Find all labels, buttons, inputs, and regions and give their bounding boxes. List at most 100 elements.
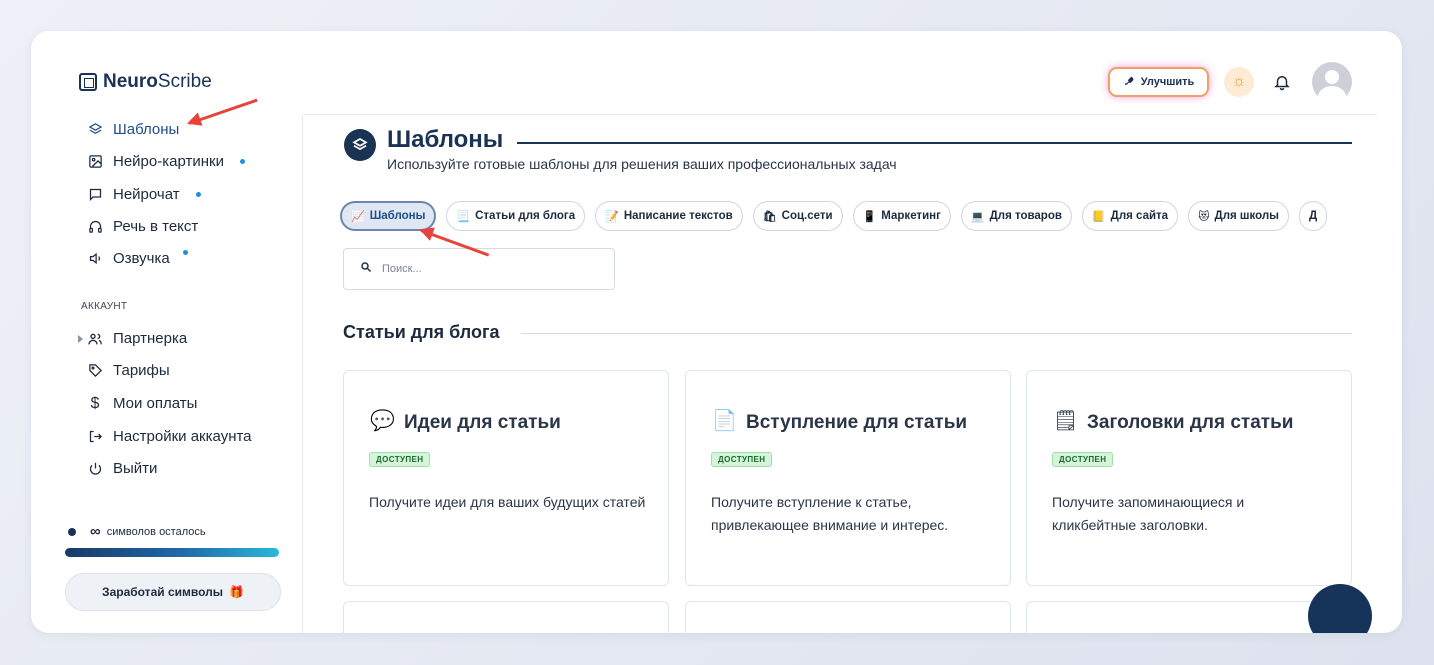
earn-label: Заработай символы bbox=[102, 585, 223, 599]
card-title: Вступление для статьи bbox=[746, 412, 968, 433]
gift-icon: 🎁 bbox=[229, 585, 244, 599]
tag-icon bbox=[87, 363, 103, 379]
image-icon bbox=[87, 154, 103, 170]
layers-icon bbox=[87, 122, 103, 138]
notepad-icon: 🗒 bbox=[1053, 410, 1079, 432]
search-icon bbox=[360, 260, 372, 278]
phone-icon: 📱 bbox=[862, 210, 877, 223]
chip-website[interactable]: 📒 Для сайта bbox=[1081, 201, 1179, 231]
layers-icon bbox=[344, 129, 376, 161]
avatar[interactable] bbox=[1312, 62, 1352, 102]
card-description: Получите вступление к статье, привлекающ… bbox=[711, 494, 949, 533]
page-title: Шаблоны bbox=[387, 126, 504, 153]
search-input[interactable] bbox=[382, 263, 582, 275]
ledger-icon: 📒 bbox=[1091, 210, 1106, 223]
sidebar-item-account-settings[interactable]: Настройки аккаунта bbox=[87, 428, 252, 445]
sidebar-item-label: Мои оплаты bbox=[113, 395, 198, 412]
new-dot bbox=[182, 250, 188, 255]
status-badge: ДОСТУПЕН bbox=[1052, 452, 1114, 467]
sidebar-item-label: Выйти bbox=[113, 460, 158, 477]
logo-bold-text: Neuro bbox=[103, 71, 158, 92]
card-description: Получите идеи для ваших будущих статей bbox=[369, 494, 646, 510]
dollar-icon: $ bbox=[90, 394, 100, 412]
quota-value: ∞ bbox=[90, 523, 101, 540]
account-section-label: АККАУНТ bbox=[81, 301, 128, 312]
rocket-icon bbox=[1123, 75, 1135, 90]
page-icon: 📃 bbox=[456, 210, 471, 223]
app-logo[interactable]: NeuroScribe bbox=[79, 71, 212, 93]
status-badge: ДОСТУПЕН bbox=[711, 452, 773, 467]
sidebar-item-label: Озвучка bbox=[113, 250, 170, 267]
category-chips-scroller[interactable]: 📈 Шаблоны 📃 Статьи для блога 📝 Написание те… bbox=[331, 196, 1377, 236]
speaker-icon bbox=[87, 251, 103, 267]
chip-social[interactable]: 🛍 Соц.сети bbox=[752, 201, 843, 231]
headphones-icon bbox=[87, 219, 103, 235]
page-subtitle: Используйте готовые шаблоны для решения … bbox=[387, 156, 897, 172]
section-divider bbox=[521, 333, 1352, 334]
earn-symbols-button[interactable]: Заработай символы 🎁 bbox=[65, 573, 281, 611]
card-title: Идеи для статьи bbox=[404, 412, 561, 433]
new-dot bbox=[239, 159, 245, 164]
bell-icon[interactable] bbox=[1269, 69, 1295, 95]
logo-regular-text: Scribe bbox=[157, 71, 212, 92]
title-divider bbox=[517, 142, 1352, 144]
chip-marketing[interactable]: 📱 Маркетинг bbox=[852, 201, 951, 231]
app-window: NeuroScribe Улучшить ☼ Шаблоны Нейро-кар… bbox=[31, 31, 1402, 633]
memo-icon: 📝 bbox=[605, 210, 619, 223]
status-badge: ДОСТУПЕН bbox=[369, 452, 431, 467]
chart-icon: 📈 bbox=[351, 210, 365, 223]
upgrade-button[interactable]: Улучшить bbox=[1108, 67, 1209, 97]
quota-progress-bar bbox=[65, 548, 279, 557]
document-lines-icon: 📄 bbox=[712, 410, 737, 432]
users-icon bbox=[87, 331, 103, 347]
template-card[interactable] bbox=[343, 601, 669, 633]
template-card-article-ideas[interactable]: 💬 Идеи для статьи ДОСТУПЕН Получите идеи… bbox=[343, 370, 669, 586]
sidebar-item-tariffs[interactable]: Тарифы bbox=[87, 362, 170, 379]
quota-text: символов осталось bbox=[106, 525, 206, 538]
card-title: Заголовки для статьи bbox=[1087, 412, 1294, 433]
chat-fab-button[interactable] bbox=[1308, 584, 1372, 633]
new-dot bbox=[195, 192, 201, 197]
header-divider bbox=[303, 114, 1377, 115]
sidebar-item-label: Настройки аккаунта bbox=[113, 428, 252, 445]
sidebar-item-label: Речь в текст bbox=[113, 218, 199, 235]
logo-icon bbox=[79, 73, 97, 91]
chip-products[interactable]: 💻 Для товаров bbox=[960, 201, 1072, 231]
chip-blog-articles[interactable]: 📃 Статьи для блога bbox=[446, 201, 586, 231]
sidebar-item-neuro-images[interactable]: Нейро-картинки bbox=[87, 153, 245, 170]
chip-text-writing[interactable]: 📝 Написание текстов bbox=[595, 201, 743, 231]
sidebar-item-label: Шаблоны bbox=[113, 121, 180, 138]
power-icon bbox=[87, 461, 103, 477]
sidebar-item-label: Нейро-картинки bbox=[113, 153, 224, 170]
shopping-bags-icon: 🛍 bbox=[762, 210, 777, 223]
laptop-icon: 💻 bbox=[970, 210, 985, 223]
cat-icon: 😻 bbox=[1198, 210, 1210, 223]
sidebar-item-neurochat[interactable]: Нейрочат bbox=[87, 186, 201, 203]
sidebar-item-partner[interactable]: Партнерка bbox=[87, 330, 187, 347]
sidebar-item-speech-to-text[interactable]: Речь в текст bbox=[87, 218, 198, 235]
symbols-quota: ∞ символов осталось bbox=[68, 523, 206, 540]
search-field[interactable] bbox=[343, 248, 615, 290]
chip-school[interactable]: 😻 Для школы bbox=[1188, 201, 1289, 231]
chip-more[interactable]: Д bbox=[1299, 201, 1328, 231]
caret-right-icon[interactable] bbox=[78, 335, 83, 343]
speech-bubble-icon: 💬 bbox=[370, 410, 395, 432]
template-card[interactable] bbox=[1026, 601, 1352, 633]
chat-icon bbox=[87, 187, 103, 203]
upgrade-label: Улучшить bbox=[1140, 76, 1195, 88]
quota-dot bbox=[68, 527, 76, 536]
sidebar-item-label: Тарифы bbox=[113, 362, 170, 379]
sun-icon[interactable]: ☼ bbox=[1224, 67, 1254, 97]
template-card[interactable] bbox=[685, 601, 1011, 633]
section-title: Статьи для блога bbox=[343, 322, 500, 342]
sidebar: Шаблоны Нейро-картинки Нейрочат Речь в т… bbox=[31, 115, 303, 633]
card-description: Получите запоминающиеся и кликбейтные за… bbox=[1052, 494, 1245, 533]
sidebar-item-templates[interactable]: Шаблоны bbox=[87, 121, 179, 138]
sidebar-item-payments[interactable]: $ Мои оплаты bbox=[87, 394, 198, 413]
sidebar-item-voiceover[interactable]: Озвучка bbox=[87, 250, 188, 267]
template-card-article-intro[interactable]: 📄 Вступление для статьи ДОСТУПЕН Получит… bbox=[685, 370, 1011, 586]
sidebar-item-logout[interactable]: Выйти bbox=[87, 460, 157, 477]
sidebar-item-label: Партнерка bbox=[113, 330, 188, 347]
sidebar-item-label: Нейрочат bbox=[113, 186, 180, 203]
template-card-article-headlines[interactable]: 🗒 Заголовки для статьи ДОСТУПЕН Получите… bbox=[1026, 370, 1352, 586]
